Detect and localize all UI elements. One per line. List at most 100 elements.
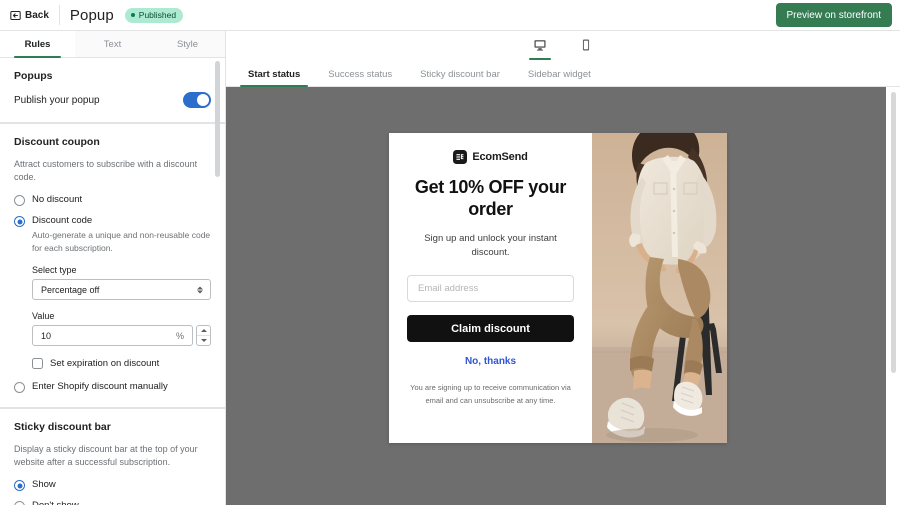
radio-manual-discount-text: Enter Shopify discount manually [32,381,168,392]
popup-decline-link[interactable]: No, thanks [465,356,516,367]
toolbar-divider [59,5,60,25]
radio-sticky-show-label: Show [32,479,56,490]
radio-sticky-hide[interactable] [14,501,25,505]
status-badge-label: Published [139,10,176,20]
tab-success-status[interactable]: Success status [314,70,406,87]
discount-coupon-card: Discount coupon Attract customers to sub… [0,123,225,408]
mobile-icon [579,38,593,52]
tab-sidebar-widget[interactable]: Sidebar widget [514,70,605,87]
set-expiration-label: Set expiration on discount [50,358,159,369]
popup-claim-discount-button[interactable]: Claim discount [407,315,574,342]
ecomsend-logo-icon [453,150,467,164]
tab-sidebar-widget-label: Sidebar widget [528,69,591,80]
sidebar-scroll-area[interactable]: Popups Publish your popup Discount coupo… [0,58,225,505]
tab-style[interactable]: Style [150,31,225,57]
discount-card-description: Attract customers to subscribe with a di… [14,158,211,184]
radio-sticky-hide-text: Don't show [32,500,79,505]
tab-style-label: Style [177,39,198,50]
status-badge: Published [125,8,183,23]
radio-option-sticky-hide[interactable]: Don't show [14,500,211,505]
radio-sticky-show-text: Show [32,479,56,490]
radio-option-discount-code[interactable]: Discount code Auto-generate a unique and… [14,215,211,254]
desktop-view-button[interactable] [527,32,553,58]
value-input[interactable]: 10 % [32,325,193,346]
radio-no-discount-text: No discount [32,194,82,205]
sticky-card-title: Sticky discount bar [14,421,211,433]
tab-success-status-label: Success status [328,69,392,80]
preview-canvas: EcomSend Get 10% OFF your order Sign up … [226,87,900,505]
page-title: Popup [70,7,114,24]
select-type-label: Select type [32,265,211,275]
back-label: Back [25,10,49,21]
popup-email-input[interactable]: Email address [407,275,574,302]
value-stepper-increment[interactable] [197,326,210,335]
settings-sidebar: Rules Text Style Popups Publish your pop… [0,31,226,505]
back-arrow-icon [10,10,21,21]
preview-on-storefront-button[interactable]: Preview on storefront [776,3,893,27]
device-toggle-bar [226,31,900,59]
tab-text[interactable]: Text [75,31,150,57]
publish-popup-label: Publish your popup [14,95,100,106]
radio-option-no-discount[interactable]: No discount [14,194,211,206]
editor-body: Rules Text Style Popups Publish your pop… [0,31,900,505]
preview-scrollbar[interactable] [891,92,896,500]
radio-discount-code-text: Discount code Auto-generate a unique and… [32,215,211,254]
popup-lifestyle-photo [592,133,727,443]
radio-option-sticky-show[interactable]: Show [14,479,211,491]
select-type-field: Select type Percentage off [32,265,211,300]
tab-text-label: Text [104,39,121,50]
radio-discount-code-label: Discount code [32,215,211,226]
tab-start-status-label: Start status [248,69,300,80]
value-input-suffix: % [176,331,184,341]
popup-image [592,133,727,443]
sidebar-scrollbar-thumb[interactable] [215,61,220,177]
set-expiration-row[interactable]: Set expiration on discount [32,358,211,369]
popup-brand-name: EcomSend [472,151,527,163]
mobile-view-button[interactable] [573,32,599,58]
value-stepper-decrement[interactable] [197,335,210,345]
status-dot-icon [131,13,135,17]
popups-card-title: Popups [14,70,211,82]
publish-popup-toggle[interactable] [183,92,211,108]
value-input-group: 10 % [32,325,211,346]
sticky-discount-bar-card: Sticky discount bar Display a sticky dis… [0,408,225,505]
radio-no-discount-label: No discount [32,194,82,205]
popup-email-placeholder: Email address [418,283,478,294]
select-type-value: Percentage off [41,285,99,295]
desktop-icon [533,38,547,52]
sticky-card-description: Display a sticky discount bar at the top… [14,443,211,469]
radio-discount-code-sublabel: Auto-generate a unique and non-reusable … [32,229,211,254]
tab-sticky-discount-bar[interactable]: Sticky discount bar [406,70,514,87]
popup-preview: EcomSend Get 10% OFF your order Sign up … [389,133,727,443]
value-stepper[interactable] [196,325,211,346]
toggle-knob [197,94,209,106]
publish-popup-row: Publish your popup [14,92,211,108]
value-label: Value [32,311,211,321]
tab-sticky-discount-bar-label: Sticky discount bar [420,69,500,80]
popup-fineprint: You are signing up to receive communicat… [407,382,574,408]
popup-subheadline: Sign up and unlock your instant discount… [407,232,574,261]
es-monogram-icon [455,152,465,162]
tab-rules[interactable]: Rules [0,31,75,57]
value-field: Value 10 % [32,311,211,346]
tab-start-status[interactable]: Start status [234,70,314,87]
popup-headline: Get 10% OFF your order [407,176,574,221]
status-tabs: Start status Success status Sticky disco… [226,59,900,87]
radio-option-manual-discount[interactable]: Enter Shopify discount manually [14,381,211,393]
set-expiration-checkbox[interactable] [32,358,43,369]
value-input-amount: 10 [41,331,51,341]
radio-sticky-hide-label: Don't show [32,500,79,505]
tab-rules-label: Rules [25,39,51,50]
radio-manual-discount[interactable] [14,382,25,393]
chevron-updown-icon [197,286,203,293]
caret-down-icon [201,339,207,342]
preview-panel: Start status Success status Sticky disco… [226,31,900,505]
back-button[interactable]: Back [8,7,55,24]
sidebar-scrollbar[interactable] [215,61,220,502]
radio-discount-code[interactable] [14,216,25,227]
select-type-dropdown[interactable]: Percentage off [32,279,211,300]
radio-manual-discount-label: Enter Shopify discount manually [32,381,168,392]
radio-no-discount[interactable] [14,195,25,206]
radio-sticky-show[interactable] [14,480,25,491]
preview-scrollbar-thumb[interactable] [891,92,896,373]
